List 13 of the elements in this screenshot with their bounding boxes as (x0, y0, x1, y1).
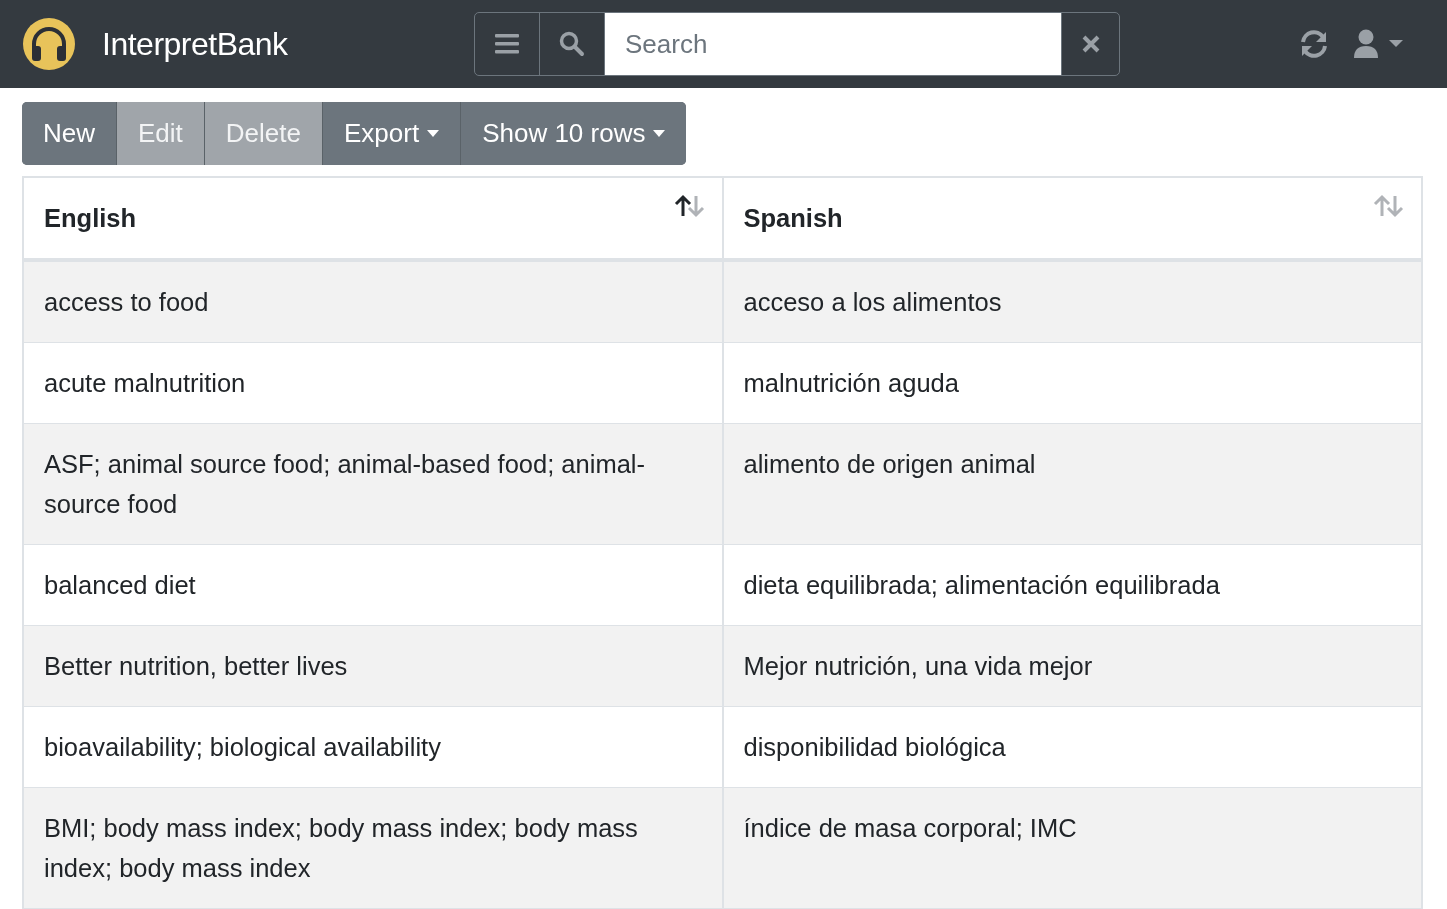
headphones-logo-icon (22, 17, 76, 71)
table-cell: acceso a los alimentos (722, 260, 1422, 343)
table-cell: Better nutrition, better lives (23, 625, 723, 707)
app-title: InterpretBank (102, 25, 288, 63)
refresh-icon[interactable] (1299, 29, 1329, 59)
table-cell: Mejor nutrición, una vida mejor (722, 625, 1422, 707)
sort-arrows-icon[interactable] (673, 193, 706, 218)
table-cell: índice de masa corporal; IMC (722, 787, 1422, 909)
table-cell: ASF; animal source food; animal-based food; animal-source food (23, 423, 723, 545)
table-cell: alimento de origen animal (722, 423, 1422, 545)
toolbar-button[interactable]: New (22, 102, 117, 165)
table-cell: access to food (23, 260, 723, 343)
table-cell: BMI; body mass index; body mass index; body mass index; body mass index (23, 787, 723, 909)
